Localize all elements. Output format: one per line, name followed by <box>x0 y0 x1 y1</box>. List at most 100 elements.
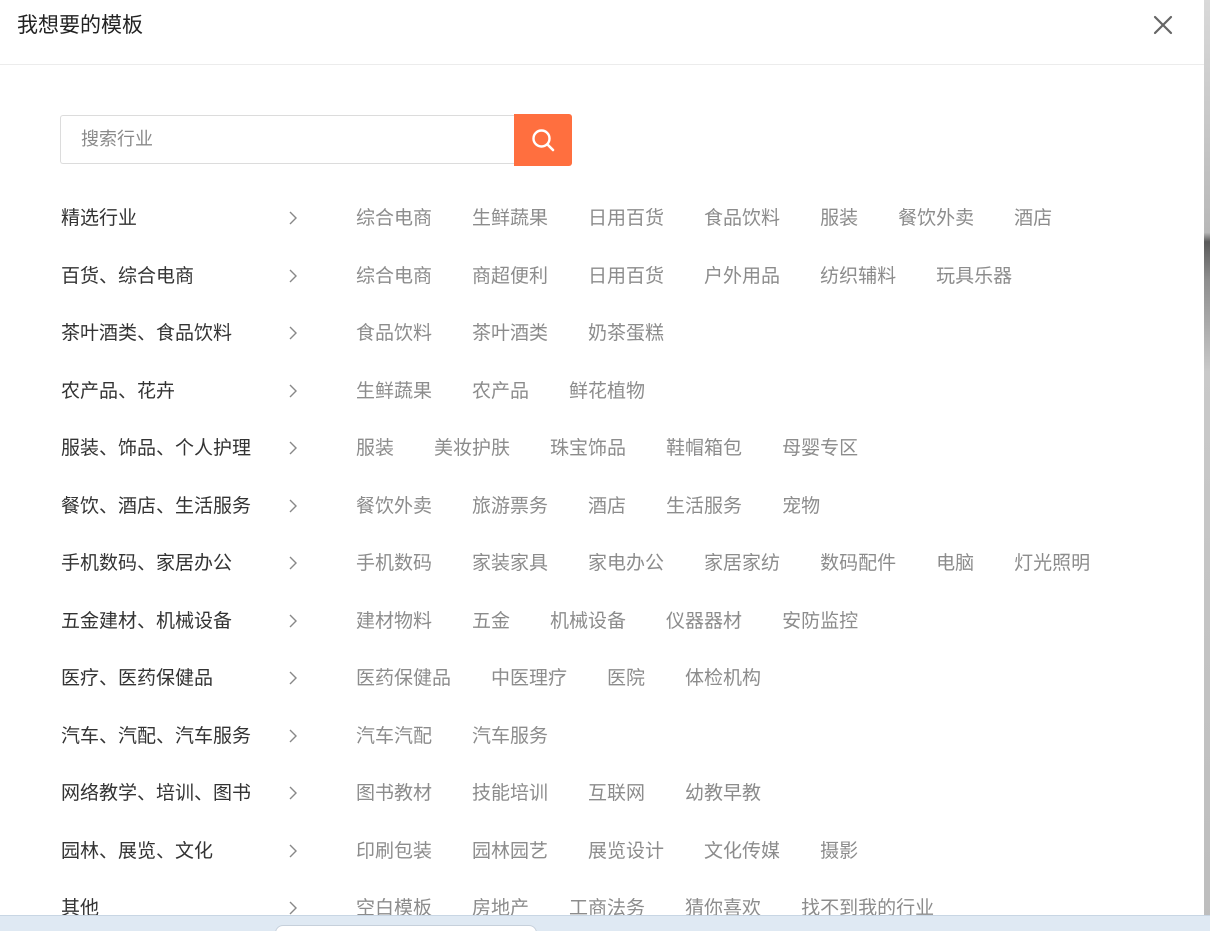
search-icon[interactable] <box>530 127 556 153</box>
industry-tag[interactable]: 食品饮料 <box>704 204 780 232</box>
tag-list: 手机数码 家装家具 家电办公 家居家纺 数码配件 电脑 灯光照明 <box>356 549 1090 577</box>
window-edge <box>1204 0 1210 930</box>
industry-tag[interactable]: 医院 <box>607 664 645 692</box>
category-name[interactable]: 精选行业 <box>61 204 137 232</box>
industry-tag[interactable]: 生鲜蔬果 <box>356 377 432 405</box>
industry-tag[interactable]: 空白模板 <box>356 894 432 915</box>
industry-tag[interactable]: 幼教早教 <box>685 779 761 807</box>
industry-tag[interactable]: 玩具乐器 <box>936 262 1012 290</box>
industry-tag[interactable]: 美妆护肤 <box>434 434 510 462</box>
industry-tag[interactable]: 仪器器材 <box>666 607 742 635</box>
industry-tag[interactable]: 汽车服务 <box>472 722 548 750</box>
industry-tag[interactable]: 服装 <box>820 204 858 232</box>
industry-tag[interactable]: 中医理疗 <box>491 664 567 692</box>
search-button[interactable] <box>514 114 572 166</box>
tag-list: 综合电商 生鲜蔬果 日用百货 食品饮料 服装 餐饮外卖 酒店 <box>356 204 1052 232</box>
industry-tag[interactable]: 母婴专区 <box>782 434 858 462</box>
industry-tag[interactable]: 安防监控 <box>782 607 858 635</box>
industry-tag[interactable]: 日用百货 <box>588 204 664 232</box>
industry-tag[interactable]: 手机数码 <box>356 549 432 577</box>
industry-tag[interactable]: 摄影 <box>820 837 858 865</box>
industry-tag[interactable]: 互联网 <box>588 779 645 807</box>
industry-tag[interactable]: 展览设计 <box>588 837 664 865</box>
industry-tag[interactable]: 农产品 <box>472 377 529 405</box>
category-name[interactable]: 医疗、医药保健品 <box>61 664 213 692</box>
industry-tag[interactable]: 机械设备 <box>550 607 626 635</box>
industry-tag[interactable]: 生活服务 <box>666 492 742 520</box>
industry-tag[interactable]: 汽车汽配 <box>356 722 432 750</box>
category-name[interactable]: 手机数码、家居办公 <box>61 549 232 577</box>
category-name[interactable]: 茶叶酒类、食品饮料 <box>61 319 232 347</box>
tag-list: 空白模板 房地产 工商法务 猜你喜欢 找不到我的行业 <box>356 894 934 915</box>
category-name[interactable]: 网络教学、培训、图书 <box>61 779 251 807</box>
tag-list: 图书教材 技能培训 互联网 幼教早教 <box>356 779 761 807</box>
industry-tag[interactable]: 综合电商 <box>356 262 432 290</box>
industry-tag[interactable]: 家电办公 <box>588 549 664 577</box>
industry-tag[interactable]: 餐饮外卖 <box>898 204 974 232</box>
close-icon[interactable] <box>1150 12 1176 38</box>
tag-list: 生鲜蔬果 农产品 鲜花植物 <box>356 377 645 405</box>
category-row: 百货、综合电商 综合电商 商超便利 日用百货 户外用品 纺织辅料 玩具乐器 <box>0 248 1204 306</box>
tag-list: 医药保健品 中医理疗 医院 体检机构 <box>356 664 761 692</box>
industry-tag[interactable]: 数码配件 <box>820 549 896 577</box>
industry-tag[interactable]: 房地产 <box>472 894 529 915</box>
category-row: 茶叶酒类、食品饮料 食品饮料 茶叶酒类 奶茶蛋糕 <box>0 305 1204 363</box>
industry-tag[interactable]: 五金 <box>472 607 510 635</box>
industry-tag[interactable]: 餐饮外卖 <box>356 492 432 520</box>
category-name[interactable]: 汽车、汽配、汽车服务 <box>61 722 251 750</box>
chevron-right-icon <box>289 614 297 627</box>
category-name[interactable]: 餐饮、酒店、生活服务 <box>61 492 251 520</box>
industry-tag[interactable]: 奶茶蛋糕 <box>588 319 664 347</box>
industry-tag[interactable]: 建材物料 <box>356 607 432 635</box>
close-button[interactable] <box>1150 12 1176 38</box>
chevron-right-icon <box>289 844 297 857</box>
category-row: 服装、饰品、个人护理 服装 美妆护肤 珠宝饰品 鞋帽箱包 母婴专区 <box>0 420 1204 478</box>
industry-tag[interactable]: 纺织辅料 <box>820 262 896 290</box>
industry-tag[interactable]: 综合电商 <box>356 204 432 232</box>
industry-tag[interactable]: 文化传媒 <box>704 837 780 865</box>
chevron-right-icon <box>289 211 297 225</box>
category-row: 农产品、花卉 生鲜蔬果 农产品 鲜花植物 <box>0 363 1204 421</box>
industry-tag[interactable]: 服装 <box>356 434 394 462</box>
category-name[interactable]: 五金建材、机械设备 <box>61 607 232 635</box>
industry-tag[interactable]: 家装家具 <box>472 549 548 577</box>
industry-tag[interactable]: 宠物 <box>782 492 820 520</box>
industry-tag[interactable]: 珠宝饰品 <box>550 434 626 462</box>
industry-tag[interactable]: 医药保健品 <box>356 664 451 692</box>
industry-tag[interactable]: 找不到我的行业 <box>801 894 934 915</box>
template-dialog: 我想要的模板 精选行业综合电商生鲜蔬果日用百货食品饮料服装餐饮外卖酒店百货、综合… <box>0 0 1204 915</box>
industry-tag[interactable]: 旅游票务 <box>472 492 548 520</box>
industry-tag[interactable]: 印刷包装 <box>356 837 432 865</box>
industry-tag[interactable]: 猜你喜欢 <box>685 894 761 915</box>
category-name[interactable]: 其他 <box>61 894 99 915</box>
search-input[interactable] <box>60 115 514 164</box>
industry-tag[interactable]: 灯光照明 <box>1014 549 1090 577</box>
industry-tag[interactable]: 园林园艺 <box>472 837 548 865</box>
industry-tag[interactable]: 鲜花植物 <box>569 377 645 405</box>
tag-list: 食品饮料 茶叶酒类 奶茶蛋糕 <box>356 319 664 347</box>
industry-tag[interactable]: 鞋帽箱包 <box>666 434 742 462</box>
category-row: 网络教学、培训、图书 图书教材 技能培训 互联网 幼教早教 <box>0 765 1204 823</box>
industry-tag[interactable]: 生鲜蔬果 <box>472 204 548 232</box>
industry-tag[interactable]: 食品饮料 <box>356 319 432 347</box>
category-name[interactable]: 农产品、花卉 <box>61 377 175 405</box>
category-name[interactable]: 园林、展览、文化 <box>61 837 213 865</box>
industry-tag[interactable]: 户外用品 <box>704 262 780 290</box>
industry-tag[interactable]: 图书教材 <box>356 779 432 807</box>
industry-tag[interactable]: 家居家纺 <box>704 549 780 577</box>
industry-tag[interactable]: 茶叶酒类 <box>472 319 548 347</box>
industry-tag[interactable]: 日用百货 <box>588 262 664 290</box>
industry-tag[interactable]: 体检机构 <box>685 664 761 692</box>
chevron-right-icon <box>289 671 297 685</box>
dialog-title: 我想要的模板 <box>17 13 143 37</box>
industry-tag[interactable]: 电脑 <box>936 549 974 577</box>
industry-tag[interactable]: 技能培训 <box>472 779 548 807</box>
category-name[interactable]: 百货、综合电商 <box>61 262 194 290</box>
tag-list: 印刷包装 园林园艺 展览设计 文化传媒 摄影 <box>356 837 858 865</box>
category-name[interactable]: 服装、饰品、个人护理 <box>61 434 251 462</box>
industry-tag[interactable]: 商超便利 <box>472 262 548 290</box>
industry-tag[interactable]: 酒店 <box>588 492 626 520</box>
industry-tag[interactable]: 工商法务 <box>569 894 645 915</box>
industry-tag[interactable]: 酒店 <box>1014 204 1052 232</box>
category-row: 餐饮、酒店、生活服务 餐饮外卖 旅游票务 酒店 生活服务 宠物 <box>0 478 1204 536</box>
